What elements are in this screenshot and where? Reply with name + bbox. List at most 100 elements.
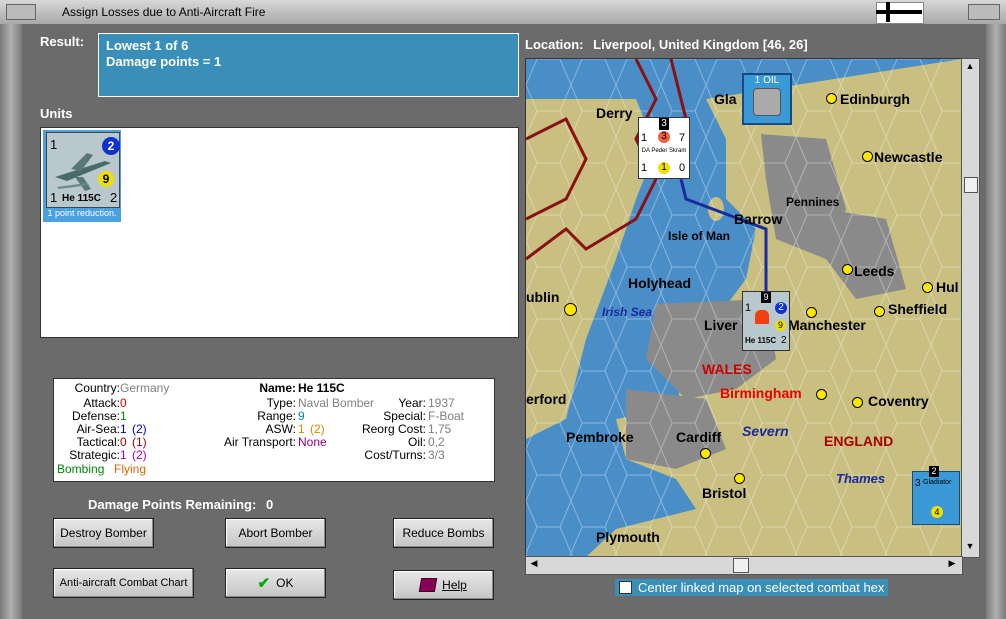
ship-counter[interactable]: 3 1 3 7 DA Peder Skram 1 1 0 [638, 117, 690, 179]
gladiator-circle: 4 [931, 506, 943, 518]
air-transport-label: Air Transport: [223, 435, 296, 449]
map-label-holyhead: Holyhead [628, 275, 692, 291]
aa-combat-chart-button[interactable]: Anti-aircraft Combat Chart [53, 568, 194, 598]
fire-icon [755, 310, 769, 324]
checkmark-icon: ✔ [257, 575, 271, 592]
map-label-severn: Severn [742, 423, 789, 439]
range-value: 9 [298, 409, 305, 423]
map-label-hull: Hul [936, 279, 959, 295]
name-label: Name: [259, 381, 296, 395]
oil-resource-label: 1 OIL [754, 75, 780, 86]
abort-bomber-button[interactable]: Abort Bomber [225, 518, 326, 548]
air-sea-label: Air-Sea: [76, 422, 120, 436]
map-vertical-scrollbar[interactable]: ▲ ▼ [961, 58, 980, 558]
destroy-bomber-button[interactable]: Destroy Bomber [53, 518, 154, 548]
unit-bottom-right: 2 [110, 190, 118, 205]
map-unit-br: 2 [781, 335, 787, 346]
result-label: Result: [40, 34, 85, 49]
ship-counter-top: 3 [659, 118, 669, 130]
ok-button[interactable]: ✔ OK [225, 568, 326, 598]
scroll-down-icon[interactable]: ▼ [964, 541, 976, 553]
help-button[interactable]: Help [393, 570, 494, 600]
vertical-scroll-thumb[interactable] [964, 177, 978, 193]
air-transport-value: None [298, 435, 327, 449]
tactical-value: 0 [120, 435, 127, 449]
defense-label: Defense: [71, 409, 120, 423]
gladiator-name: Gladiator [923, 479, 952, 486]
city-cardiff-icon [700, 448, 711, 459]
gladiator-counter[interactable]: 2 3 Gladiator 4 [912, 466, 960, 525]
gladiator-top: 2 [929, 466, 939, 477]
range-label: Range: [257, 409, 296, 423]
map-horizontal-scrollbar[interactable]: ◀ ▶ [525, 556, 963, 575]
flag-cross-vertical-icon [886, 2, 890, 22]
cost-value: 3/3 [428, 448, 445, 462]
result-line-1: Lowest 1 of 6 [106, 38, 189, 53]
map-label-wales: WALES [702, 361, 752, 377]
map-label-coventry: Coventry [868, 393, 929, 409]
map-label-england: ENGLAND [824, 433, 894, 449]
map-unit-name: He 115C [745, 336, 777, 345]
location: Location: Liverpool, United Kingdom [46,… [525, 37, 808, 52]
close-button[interactable] [968, 4, 1000, 20]
map-label-pennines: Pennines [786, 195, 840, 209]
city-leeds-icon [842, 264, 853, 275]
center-map-checkbox[interactable] [619, 581, 632, 594]
system-menu-button[interactable] [6, 4, 36, 20]
cost-label: Cost/Turns: [364, 448, 426, 462]
unit-top-left: 1 [50, 137, 58, 152]
city-manchester-icon [806, 307, 817, 318]
city-birmingham-icon [816, 389, 827, 400]
unit-caption: 1 point reduction. [47, 208, 117, 218]
map-label-sheffield: Sheffield [888, 301, 948, 317]
damage-remaining-value: 0 [265, 497, 274, 512]
oil-label: Oil: [408, 435, 426, 449]
unit-name: He 115C [62, 193, 101, 204]
scroll-right-icon[interactable]: ▶ [946, 558, 958, 572]
ship-bm: 1 [658, 162, 670, 174]
special-value: F-Boat [428, 409, 465, 423]
help-book-icon [418, 578, 438, 592]
name-value: He 115C [298, 381, 345, 395]
strategic-label: Strategic: [69, 448, 120, 462]
oil-barrels-icon [753, 88, 781, 116]
unit-stats-panel: Country: Germany Attack: 0 Defense: 1 Ai… [53, 378, 495, 482]
map-label-newcastle: Newcastle [874, 149, 943, 165]
map-label-birmingham: Birmingham [720, 385, 802, 401]
damage-remaining-label: Damage Points Remaining: [88, 497, 257, 512]
unit-circle-blue: 2 [102, 137, 120, 155]
horizontal-scroll-thumb[interactable] [733, 558, 749, 573]
reorg-label: Reorg Cost: [361, 422, 426, 436]
reduce-bombs-button[interactable]: Reduce Bombs [393, 518, 494, 548]
result-box: Lowest 1 of 6 Damage points = 1 [98, 33, 519, 97]
year-label: Year: [398, 396, 426, 410]
map-unit-counter[interactable]: 9 1 2 9 He 115C 2 [742, 291, 790, 351]
ship-bl: 1 [641, 162, 648, 174]
city-dublin-icon [564, 303, 577, 316]
special-label: Special: [383, 409, 426, 423]
oil-resource-counter[interactable]: 1 OIL [742, 73, 792, 125]
tactical-label: Tactical: [76, 435, 120, 449]
mini-map[interactable]: Derry Gla Edinburgh Newcastle st Pennine… [525, 58, 963, 558]
center-map-option[interactable]: Center linked map on selected combat hex [615, 579, 889, 596]
scroll-left-icon[interactable]: ◀ [528, 558, 540, 572]
units-label: Units [40, 106, 73, 121]
map-label-dublin: ublin [526, 289, 560, 305]
ship-tm: 3 [658, 131, 670, 143]
map-label-wexford: erford [526, 391, 567, 407]
center-map-label: Center linked map on selected combat hex [638, 580, 885, 595]
map-label-liverpool: Liver [704, 317, 738, 333]
city-coventry-icon [852, 397, 863, 408]
scroll-up-icon[interactable]: ▲ [964, 61, 976, 73]
air-sea-paren: (2) [132, 422, 147, 436]
flying-tag: Flying [114, 462, 147, 476]
flag-cross-icon [876, 10, 922, 14]
ok-button-label: OK [276, 576, 294, 590]
window-title: Assign Losses due to Anti-Aircraft Fire [62, 5, 266, 19]
city-bristol-icon [734, 473, 745, 484]
unit-bottom-left: 1 [50, 190, 58, 205]
country-label: Country: [74, 381, 120, 395]
map-label-manchester: Manchester [788, 317, 866, 333]
city-edinburgh-icon [826, 93, 837, 104]
defense-value: 1 [120, 409, 127, 423]
